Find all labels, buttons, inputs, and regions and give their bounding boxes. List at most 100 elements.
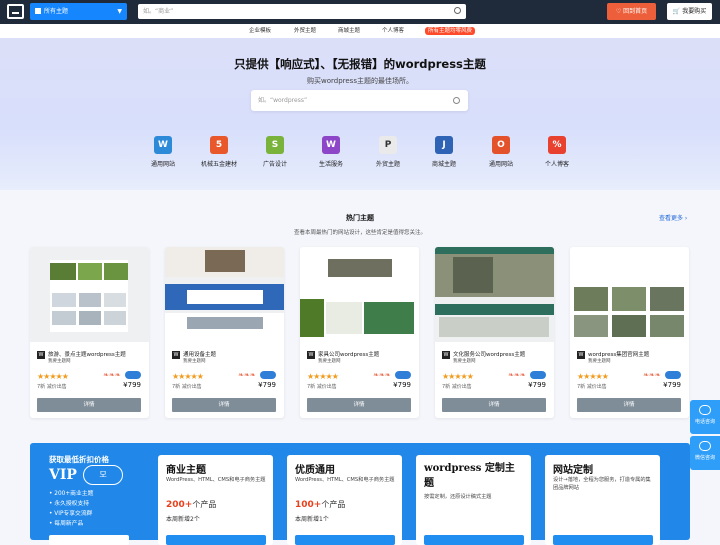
category-6[interactable]: O 通用网站 bbox=[471, 136, 531, 168]
phone-consult-button[interactable]: 电话咨询 bbox=[690, 400, 720, 434]
joomla-icon: J bbox=[435, 136, 453, 154]
theme-preview[interactable] bbox=[165, 247, 284, 342]
join-vip-button[interactable] bbox=[49, 535, 129, 545]
category-label: 外贸主题 bbox=[375, 161, 400, 168]
top-search-input[interactable]: 如。“商业” bbox=[138, 4, 466, 19]
details-button[interactable]: 详情 bbox=[577, 398, 681, 412]
details-button[interactable]: 详情 bbox=[172, 398, 276, 412]
perk-item: 200+商业主题 bbox=[49, 489, 93, 499]
search-icon[interactable] bbox=[454, 7, 461, 14]
search-icon[interactable] bbox=[453, 97, 460, 104]
promo-card[interactable]: wordpress 定制主题 按需定制，还原设计稿式主题 bbox=[416, 455, 531, 545]
promo-card-title: wordpress 定制主题 bbox=[424, 463, 515, 489]
subnav-item[interactable]: 个人博客 bbox=[382, 24, 404, 38]
wordpress-icon: W bbox=[577, 351, 585, 359]
theme-preview[interactable] bbox=[300, 247, 419, 342]
section-title: 热门主题 bbox=[346, 214, 374, 222]
promo-card[interactable]: 网站定制 设计→落地，全程为您服务，打造专属的集团品牌网站 bbox=[545, 455, 660, 545]
category-7[interactable]: % 个人博客 bbox=[527, 136, 587, 168]
vip-badge-icon: 모 bbox=[83, 465, 123, 485]
hero-subtitle: 购买wordpress主题的最佳场所。 bbox=[307, 77, 413, 85]
category-label: 通用网站 bbox=[488, 161, 513, 168]
theme-meta: 7新 减价出售 bbox=[577, 384, 607, 390]
category-label: 生活服务 bbox=[318, 161, 343, 168]
hero-search-input[interactable]: 如。“wordpress” bbox=[251, 90, 468, 111]
theme-meta: 7新 减价出售 bbox=[172, 384, 202, 390]
category-dropdown[interactable]: 所有主题 ▼ bbox=[30, 3, 127, 20]
details-button[interactable]: 详情 bbox=[307, 398, 411, 412]
badge-icons: ❧❧❧ bbox=[103, 371, 121, 379]
theme-card[interactable]: Wwordpress集团官网主题 我要主题网 ★★★★★ ❧❧❧ 7新 减价出售… bbox=[570, 247, 689, 418]
subnav-item[interactable]: 企业模板 bbox=[249, 24, 271, 38]
wechat-consult-button[interactable]: 微信咨询 bbox=[690, 436, 720, 470]
category-label: 通用网站 bbox=[150, 161, 175, 168]
rating-stars: ★★★★★ bbox=[577, 372, 609, 381]
badge-icons: ❧❧❧ bbox=[508, 371, 526, 379]
promo-card-desc: WordPress、HTML、CMS和电子商务主题 bbox=[166, 477, 266, 483]
promo-card-new: 本周新增2个 bbox=[166, 516, 200, 523]
see-more-link[interactable]: 查看更多 › bbox=[659, 213, 687, 222]
category-label: 商城主题 bbox=[431, 161, 456, 168]
category-label: 机械五金建材 bbox=[200, 161, 237, 168]
category-0[interactable]: W 通用网站 bbox=[133, 136, 193, 168]
perk-list: 200+商业主题 永久授权支持 VIP专享交流群 每周新产品 bbox=[49, 489, 93, 529]
hero-search-placeholder: 如。“wordpress” bbox=[258, 97, 308, 104]
rating-stars: ★★★★★ bbox=[442, 372, 474, 381]
category-label: 广告设计 bbox=[262, 161, 287, 168]
subnav-item[interactable]: 外贸主题 bbox=[294, 24, 316, 38]
theme-author: 我要主题网 bbox=[588, 359, 611, 364]
promo-card-desc: WordPress、HTML、CMS和电子商务主题 bbox=[295, 477, 395, 483]
theme-author: 我要主题网 bbox=[453, 359, 476, 364]
theme-card[interactable]: W 家具公司wordpress主题 我要主题网 ★★★★★ ❧❧❧ 7新 减价出售… bbox=[300, 247, 419, 418]
section-subtitle: 查看本周最热门的网站设计，这些肯定是值得您关注。 bbox=[293, 230, 426, 236]
promo-card[interactable]: 优质通用 WordPress、HTML、CMS和电子商务主题 100+个产品 本… bbox=[287, 455, 402, 545]
rating-stars: ★★★★★ bbox=[172, 372, 204, 381]
theme-meta: 7新 减价出售 bbox=[307, 384, 337, 390]
promo-card-count: 200+个产品 bbox=[166, 500, 217, 510]
promo-card-desc: 设计→落地，全程为您服务，打造专属的集团品牌网站 bbox=[553, 477, 651, 491]
category-3[interactable]: W 生活服务 bbox=[301, 136, 361, 168]
opencart-icon: O bbox=[492, 136, 510, 154]
details-button[interactable]: 详情 bbox=[37, 398, 141, 412]
phone-icon bbox=[699, 405, 711, 415]
site-logo-icon[interactable] bbox=[7, 4, 24, 19]
theme-price: ¥799 bbox=[663, 381, 681, 389]
theme-price: ¥799 bbox=[123, 381, 141, 389]
top-bar: 所有主题 ▼ 如。“商业” ♡ 回到首页 🛒 我要购买 bbox=[0, 0, 720, 24]
theme-card[interactable]: W 旅游、景点主题wordpress主题 我要主题网 ★★★★★ ❧❧❧ 7新 减… bbox=[30, 247, 149, 418]
category-label: 所有主题 bbox=[44, 8, 69, 15]
buy-button[interactable]: 🛒 我要购买 bbox=[667, 3, 712, 20]
badge-icons: ❧❧❧ bbox=[238, 371, 256, 379]
caret-down-icon: ▼ bbox=[117, 8, 122, 15]
toggle-icon bbox=[125, 371, 141, 379]
theme-price: ¥799 bbox=[258, 381, 276, 389]
promo-card[interactable]: 商业主题 WordPress、HTML、CMS和电子商务主题 200+个产品 本… bbox=[158, 455, 273, 545]
theme-price: ¥799 bbox=[528, 381, 546, 389]
theme-preview[interactable] bbox=[570, 247, 689, 342]
theme-preview[interactable] bbox=[30, 247, 149, 342]
category-2[interactable]: S 广告设计 bbox=[245, 136, 305, 168]
category-5[interactable]: J 商城主题 bbox=[414, 136, 474, 168]
promo-card-title: 优质通用 bbox=[295, 465, 335, 476]
theme-preview[interactable] bbox=[435, 247, 554, 342]
theme-author: 我要主题网 bbox=[48, 359, 71, 364]
promo-card-button[interactable] bbox=[553, 535, 653, 545]
toggle-icon bbox=[260, 371, 276, 379]
details-button[interactable]: 详情 bbox=[442, 398, 546, 412]
subnav-badge[interactable]: 所有主题均零风费 bbox=[425, 27, 476, 35]
category-1[interactable]: 5 机械五金建材 bbox=[189, 136, 249, 168]
category-4[interactable]: P 外贸主题 bbox=[358, 136, 418, 168]
theme-card[interactable]: W 文化服务公司wordpress主题 我要主题网 ★★★★★ ❧❧❧ 7新 减价… bbox=[435, 247, 554, 418]
promo-card-new: 本周新增1个 bbox=[295, 516, 329, 523]
promo-card-button[interactable] bbox=[424, 535, 524, 545]
promo-card-title: 商业主题 bbox=[166, 465, 206, 476]
toggle-icon bbox=[530, 371, 546, 379]
rating-stars: ★★★★★ bbox=[37, 372, 69, 381]
wordpress-icon: W bbox=[172, 351, 180, 359]
hero-title: 只提供【响应式】、【无报错】的wordpress主题 bbox=[234, 57, 486, 71]
theme-card[interactable]: W 通用设备主题 我要主题网 ★★★★★ ❧❧❧ 7新 减价出售 ¥799 详情 bbox=[165, 247, 284, 418]
promo-card-button[interactable] bbox=[295, 535, 395, 545]
promo-card-button[interactable] bbox=[166, 535, 266, 545]
subnav-item[interactable]: 商城主题 bbox=[338, 24, 360, 38]
back-home-button[interactable]: ♡ 回到首页 bbox=[607, 3, 656, 20]
